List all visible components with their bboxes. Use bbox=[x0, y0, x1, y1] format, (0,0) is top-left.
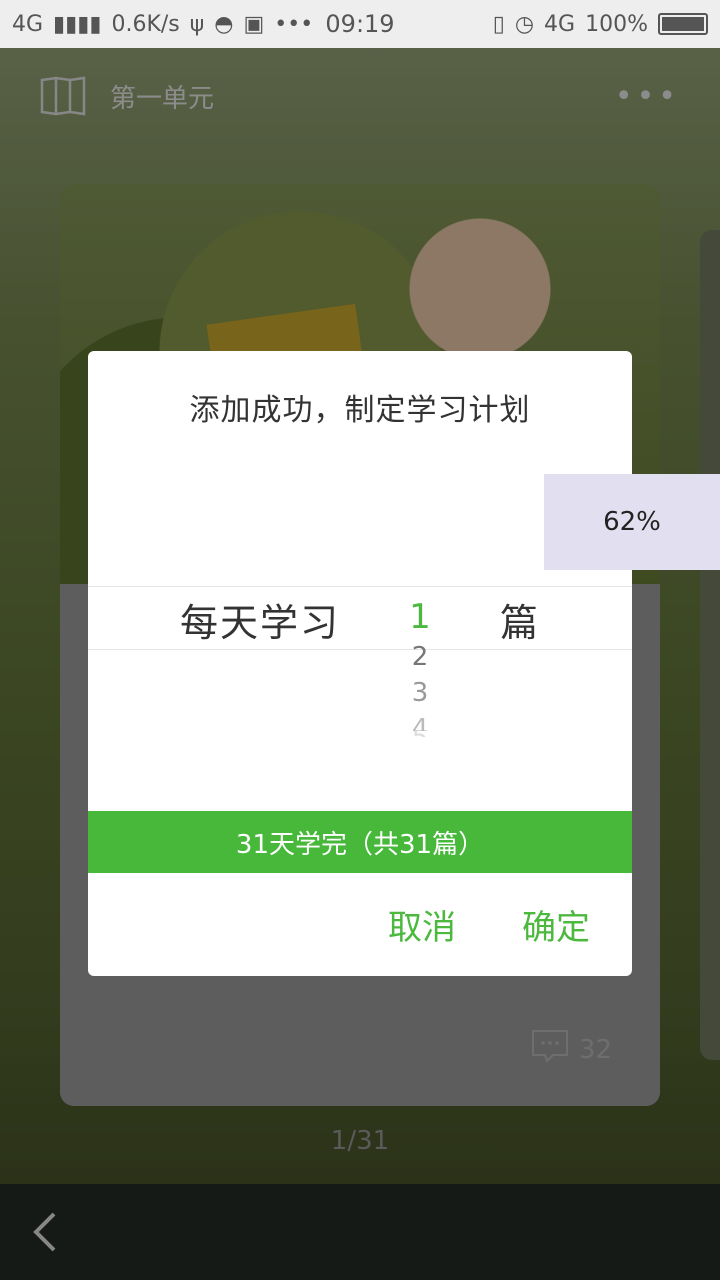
alarm-icon: ◷ bbox=[514, 11, 535, 37]
picker-option[interactable]: 2 bbox=[396, 639, 444, 675]
network-indicator-right: 4G bbox=[544, 11, 576, 37]
daily-study-label: 每天学习 bbox=[180, 601, 341, 645]
picker-option[interactable]: 3 bbox=[396, 675, 444, 711]
more-notifications-icon: ••• bbox=[274, 11, 314, 37]
vibrate-icon: ▯ bbox=[492, 11, 505, 37]
qq-icon: ◓ bbox=[214, 11, 234, 37]
battery-icon bbox=[658, 13, 708, 35]
confirm-button[interactable]: 确定 bbox=[522, 900, 590, 949]
study-plan-dialog: 添加成功，制定学习计划 每天学习 1 2 3 4 5 篇 31天学完（共31篇）… bbox=[88, 351, 632, 976]
picker-option[interactable]: 4 bbox=[396, 711, 444, 731]
cancel-button[interactable]: 取消 bbox=[388, 900, 456, 949]
plan-summary-bar: 31天学完（共31篇） bbox=[88, 811, 632, 873]
picker-unit-label: 篇 bbox=[500, 601, 539, 645]
dialog-title: 添加成功，制定学习计划 bbox=[189, 393, 531, 428]
usb-icon: ψ bbox=[189, 11, 205, 37]
network-speed: 0.6K/s bbox=[111, 11, 180, 37]
status-left: 4G ▮▮▮▮ 0.6K/s ψ ◓ ▣ ••• bbox=[12, 12, 313, 37]
articles-per-day-picker[interactable]: 1 2 3 4 5 bbox=[396, 595, 444, 737]
signal-icon: ▮▮▮▮ bbox=[53, 11, 102, 37]
progress-indicator: 62% bbox=[544, 474, 720, 570]
progress-percent: 62% bbox=[603, 507, 661, 537]
app-notification-icon: ▣ bbox=[243, 11, 265, 37]
dialog-actions: 取消 确定 bbox=[88, 873, 632, 976]
battery-percent: 100% bbox=[585, 11, 648, 37]
network-indicator-left: 4G bbox=[12, 11, 44, 37]
status-right: ▯ ◷ 4G 100% bbox=[493, 12, 708, 37]
picker-selection-band bbox=[88, 586, 632, 650]
picker-selected-value[interactable]: 1 bbox=[396, 595, 444, 639]
picker-option[interactable]: 5 bbox=[396, 731, 444, 737]
status-bar: 4G ▮▮▮▮ 0.6K/s ψ ◓ ▣ ••• 09:19 ▯ ◷ 4G 10… bbox=[0, 0, 720, 48]
